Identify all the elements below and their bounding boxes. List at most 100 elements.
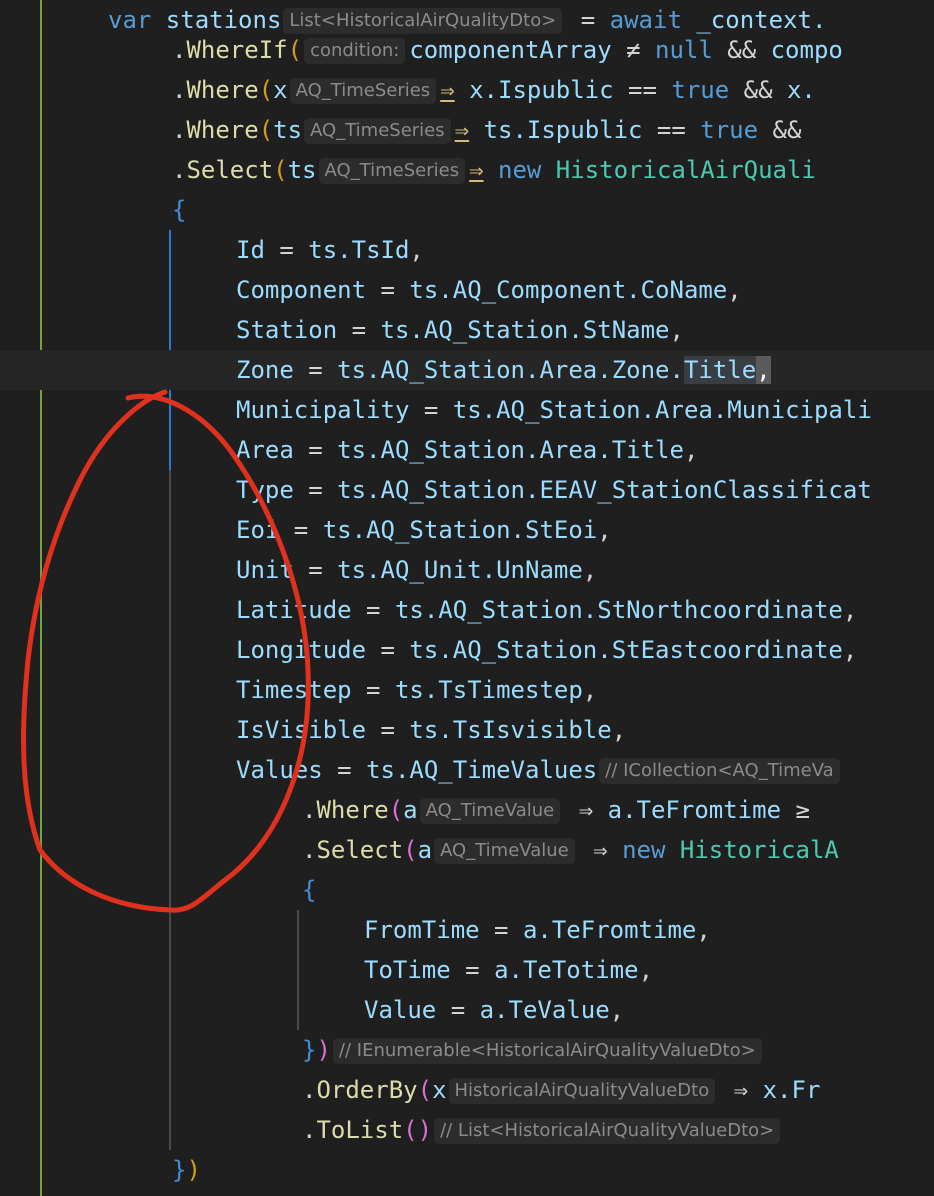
code-line[interactable]: { [0,870,316,910]
code-line[interactable]: IsVisible = ts.TsIsvisible, [0,710,626,750]
code-token: ts.AQ_Component.CoName [409,276,728,304]
code-line[interactable]: .OrderBy(x HistoricalAirQualityValueDto ⇒… [0,1070,820,1110]
code-line[interactable]: .Where(x AQ_TimeSeries ⇒ x.Ispublic == tru… [0,70,816,110]
code-token: a.TeFromtime [522,916,697,944]
code-line[interactable]: .Where(a AQ_TimeValue ⇒ a.TeFromtime ≥ [0,790,810,830]
inlay-hint: HistoricalAirQualityValueDto [448,1078,716,1104]
code-token: Unit [236,556,294,584]
code-token: Where [186,116,259,144]
code-line[interactable]: })// IEnumerable<HistoricalAirQualityVal… [0,1030,766,1070]
code-line[interactable]: .Select(a AQ_TimeValue ⇒ new HistoricalA [0,830,839,870]
code-line-current[interactable]: Zone = ts.AQ_Station.Area.Zone.Title, [0,350,934,390]
code-editor[interactable]: var stations List<HistoricalAirQualityDto… [0,0,934,1196]
code-line[interactable]: Values = ts.AQ_TimeValues// ICollection<… [0,750,844,790]
code-token: . [302,1076,317,1104]
code-token: ≠ [611,36,656,64]
code-line[interactable]: Longitude = ts.AQ_Station.StEastcoordina… [0,630,857,670]
code-token: = [436,996,480,1024]
code-token: ts.TsTimestep [394,676,583,704]
code-line[interactable]: }) [0,1150,201,1190]
code-token: , [683,436,699,464]
code-token: Eoi [236,516,280,544]
code-token: ts.AQ_Station.StName [380,316,670,344]
code-token: , [727,276,742,304]
code-line[interactable]: FromTime = a.TeFromtime, [0,910,711,950]
code-token: Area [236,436,294,464]
code-token: ts.Ispublic [469,116,643,144]
code-token: = [366,716,410,744]
code-token: . [302,1116,317,1144]
code-token: ts.AQ_Station.EEAV_StationClassificat [337,476,872,504]
code-token: = [293,476,338,504]
code-token: ts.AQ_Station.Area.Zone. [337,356,684,384]
code-token: new [622,836,680,864]
code-token: ts.TsId [308,236,410,264]
code-token: = [450,956,495,984]
code-token: ⇒ [440,76,455,104]
code-token: , [609,996,625,1024]
code-line[interactable]: .ToList()// List<HistoricalAirQualityVal… [0,1110,784,1150]
code-token: ToList [316,1116,404,1144]
code-token: HistoricalA [679,836,839,864]
code-line[interactable]: .Where(ts AQ_TimeSeries ⇒ ts.Ispublic == t… [0,110,801,150]
code-token: OrderBy [316,1076,418,1104]
code-line[interactable]: .Select(ts AQ_TimeSeries ⇒ new HistoricalA… [0,150,816,190]
code-token: . [172,116,187,144]
inlay-hint: // List<HistoricalAirQualityValueDto> [434,1118,781,1144]
code-token: = [409,396,453,424]
code-token: ts.AQ_Station.StEoi [322,516,598,544]
code-token: x [432,1076,447,1104]
code-token: ToTime [364,956,451,984]
code-line[interactable]: Municipality = ts.AQ_Station.Area.Munici… [0,390,872,430]
code-token: = [479,916,523,944]
code-token: new [483,156,556,184]
code-token: a.TeTotime [494,956,639,984]
code-token: x [273,76,288,104]
code-token: ts.AQ_Unit.UnName [337,556,583,584]
selected-text: Title [683,356,757,384]
code-token: IsVisible [236,716,367,744]
code-token: = [293,356,338,384]
code-token: = [366,636,410,664]
code-token: Municipality [236,396,410,424]
code-line[interactable]: Type = ts.AQ_Station.EEAV_StationClassif… [0,470,872,510]
code-line[interactable]: Timestep = ts.TsTimestep, [0,670,597,710]
code-token: HistoricalAirQuali [555,156,816,184]
code-token: , [842,636,858,664]
code-token: Latitude [236,596,352,624]
code-line[interactable]: Station = ts.AQ_Station.StName, [0,310,684,350]
code-token: Type [236,476,294,504]
code-token: x. [786,76,816,104]
code-token: . [302,796,317,824]
code-token: Values [236,756,323,784]
code-token: . [172,36,187,64]
code-line[interactable]: Unit = ts.AQ_Unit.UnName, [0,550,597,590]
code-line[interactable]: Id = ts.TsId, [0,230,424,270]
code-line[interactable]: { [0,190,186,230]
code-token: Where [186,76,259,104]
code-token: ts.AQ_Station.StNorthcoordinate [394,596,843,624]
code-line[interactable]: .WhereIf(condition: componentArray ≠ null… [0,30,843,70]
code-token: Select [186,156,274,184]
code-token: WhereIf [186,36,288,64]
code-line[interactable]: Component = ts.AQ_Component.CoName, [0,270,742,310]
code-token: FromTime [364,916,480,944]
code-token: Component [236,276,367,304]
inlay-hint: AQ_TimeSeries [304,118,451,144]
code-line[interactable]: Value = a.TeValue, [0,990,624,1030]
code-token: a.TeFromtime [607,796,782,824]
code-token: Select [316,836,404,864]
code-token: && [758,116,802,144]
code-line[interactable]: Area = ts.AQ_Station.Area.Title, [0,430,698,470]
code-line[interactable]: Latitude = ts.AQ_Station.StNorthcoordina… [0,590,857,630]
code-line[interactable]: ToTime = a.TeTotime, [0,950,653,990]
code-token: ( [258,76,274,104]
code-token: ts.AQ_TimeValues [366,756,598,784]
code-token: componentArray [409,36,612,64]
code-token: a [403,796,418,824]
code-token: ts [273,116,303,144]
code-token: = [322,756,367,784]
code-token: ⇒ [719,1076,763,1104]
code-token: , [582,676,598,704]
code-line[interactable]: Eoi = ts.AQ_Station.StEoi, [0,510,612,550]
